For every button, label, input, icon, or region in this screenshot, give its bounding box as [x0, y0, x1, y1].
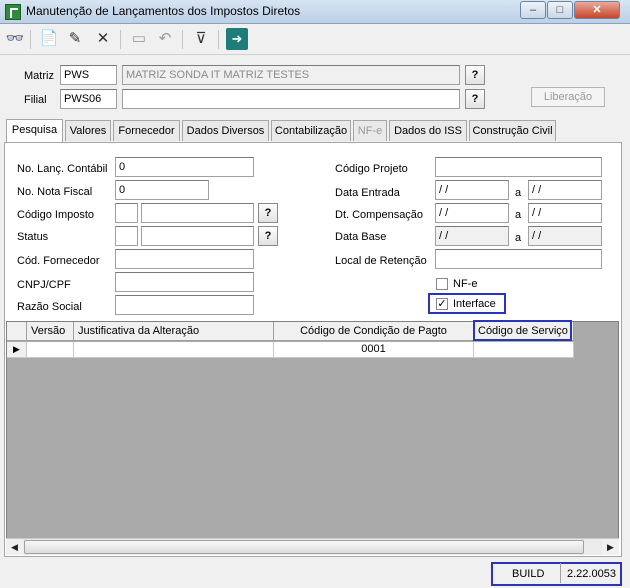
column-header-justificativa[interactable]: Justificativa da Alteração [74, 322, 274, 341]
codigo-projeto-label: Código Projeto [335, 163, 408, 175]
liberacao-button[interactable]: Liberação [531, 87, 605, 107]
data-entrada-to-field[interactable]: / / [528, 180, 602, 200]
interface-checkbox[interactable]: ✓ [436, 298, 448, 310]
status-help-button[interactable]: ? [258, 226, 278, 246]
delete-icon[interactable]: ✕ [92, 28, 114, 50]
status-divider [560, 563, 561, 583]
filter-icon[interactable]: ⊽ [190, 28, 212, 50]
new-icon[interactable]: 📄 [38, 28, 60, 50]
row-indicator: ▶ [7, 342, 27, 358]
exit-icon[interactable]: ➜ [226, 28, 248, 50]
filial-label: Filial [24, 94, 47, 106]
data-base-to-field: / / [528, 226, 602, 246]
close-button[interactable]: ✕ [574, 1, 620, 19]
tab-fornecedor[interactable]: Fornecedor [113, 120, 180, 141]
no-nota-fiscal-field[interactable]: 0 [115, 180, 209, 200]
toolbar-separator [30, 30, 31, 49]
nfe-checkbox[interactable] [436, 278, 448, 290]
interface-label: Interface [453, 298, 496, 310]
cell-condicao-pagto[interactable]: 0001 [274, 342, 474, 358]
binoculars-icon[interactable]: 👓 [4, 28, 26, 50]
save-icon[interactable]: ▭ [128, 28, 150, 50]
versions-grid[interactable]: Versão Justificativa da Alteração Código… [6, 321, 619, 555]
filial-code-field[interactable]: PWS06 [60, 89, 117, 109]
scroll-right-button[interactable]: ▶ [602, 539, 619, 555]
status-desc-field [141, 226, 254, 246]
data-base-range-separator: a [515, 232, 522, 244]
local-retencao-field[interactable] [435, 249, 602, 269]
column-header-condicao-pagto[interactable]: Código de Condição de Pagto [274, 322, 474, 341]
no-lanc-contabil-field[interactable]: 0 [115, 157, 254, 177]
toolbar-separator [218, 30, 219, 49]
window-title: Manutenção de Lançamentos dos Impostos D… [26, 4, 301, 18]
toolbar-separator [182, 30, 183, 49]
razao-social-field[interactable] [115, 295, 254, 315]
build-label: BUILD [512, 568, 545, 580]
maximize-button[interactable]: □ [547, 1, 573, 19]
codigo-imposto-label: Código Imposto [17, 209, 95, 221]
cod-fornecedor-field[interactable] [115, 249, 254, 269]
codigo-servico-highlight [473, 320, 572, 341]
data-entrada-from-field[interactable]: / / [435, 180, 509, 200]
data-base-from-field: / / [435, 226, 509, 246]
tab-pesquisa[interactable]: Pesquisa [6, 119, 63, 142]
cnpj-cpf-field[interactable] [115, 272, 254, 292]
undo-icon[interactable]: ↶ [154, 28, 176, 50]
matriz-help-button[interactable]: ? [465, 65, 485, 85]
tab-construcao-civil[interactable]: Construção Civil [469, 120, 556, 141]
tab-nfe[interactable]: NF-e [353, 120, 387, 141]
razao-social-label: Razão Social [17, 301, 82, 313]
status-code-field[interactable] [115, 226, 138, 246]
data-entrada-range-separator: a [515, 187, 522, 199]
filial-name-field [122, 89, 460, 109]
scroll-thumb[interactable] [24, 540, 584, 554]
matriz-label: Matriz [24, 70, 54, 82]
title-bar: Manutenção de Lançamentos dos Impostos D… [0, 0, 630, 24]
grid-horizontal-scrollbar[interactable]: ◀ ▶ [6, 538, 619, 555]
codigo-imposto-code-field[interactable] [115, 203, 138, 223]
matriz-name-field: MATRIZ SONDA IT MATRIZ TESTES [122, 65, 460, 85]
codigo-projeto-field[interactable] [435, 157, 602, 177]
no-lanc-contabil-label: No. Lanç. Contábil [17, 163, 108, 175]
column-header-versao[interactable]: Versão [27, 322, 74, 341]
toolbar-separator [120, 30, 121, 49]
tab-dados-diversos[interactable]: Dados Diversos [182, 120, 269, 141]
nfe-label: NF-e [453, 278, 478, 290]
cell-codigo-servico[interactable] [474, 342, 574, 358]
data-entrada-label: Data Entrada [335, 187, 400, 199]
cell-versao[interactable] [27, 342, 74, 358]
grid-corner [7, 322, 27, 341]
tab-contabilizacao[interactable]: Contabilização [271, 120, 351, 141]
matriz-code-field[interactable]: PWS [60, 65, 117, 85]
dt-compensacao-from-field[interactable]: / / [435, 203, 509, 223]
cell-justificativa[interactable] [74, 342, 274, 358]
edit-icon[interactable]: ✎ [64, 28, 86, 50]
dt-compensacao-to-field[interactable]: / / [528, 203, 602, 223]
codigo-imposto-help-button[interactable]: ? [258, 203, 278, 223]
no-nota-fiscal-label: No. Nota Fiscal [17, 186, 93, 198]
dt-compensacao-label: Dt. Compensação [335, 209, 424, 221]
filial-help-button[interactable]: ? [465, 89, 485, 109]
dt-compensacao-range-separator: a [515, 209, 522, 221]
tab-valores[interactable]: Valores [65, 120, 111, 141]
toolbar: 👓 📄 ✎ ✕ ▭ ↶ ⊽ ➜ [0, 25, 630, 55]
tab-dados-do-iss[interactable]: Dados do ISS [389, 120, 467, 141]
cnpj-cpf-label: CNPJ/CPF [17, 279, 71, 291]
status-label: Status [17, 231, 49, 243]
app-icon [5, 4, 21, 20]
build-version: 2.22.0053 [567, 568, 616, 580]
codigo-imposto-desc-field [141, 203, 254, 223]
scroll-left-button[interactable]: ◀ [6, 539, 23, 555]
cod-fornecedor-label: Cód. Fornecedor [17, 255, 100, 267]
local-retencao-label: Local de Retenção [335, 255, 427, 267]
data-base-label: Data Base [335, 231, 387, 243]
minimize-button[interactable]: – [520, 1, 546, 19]
